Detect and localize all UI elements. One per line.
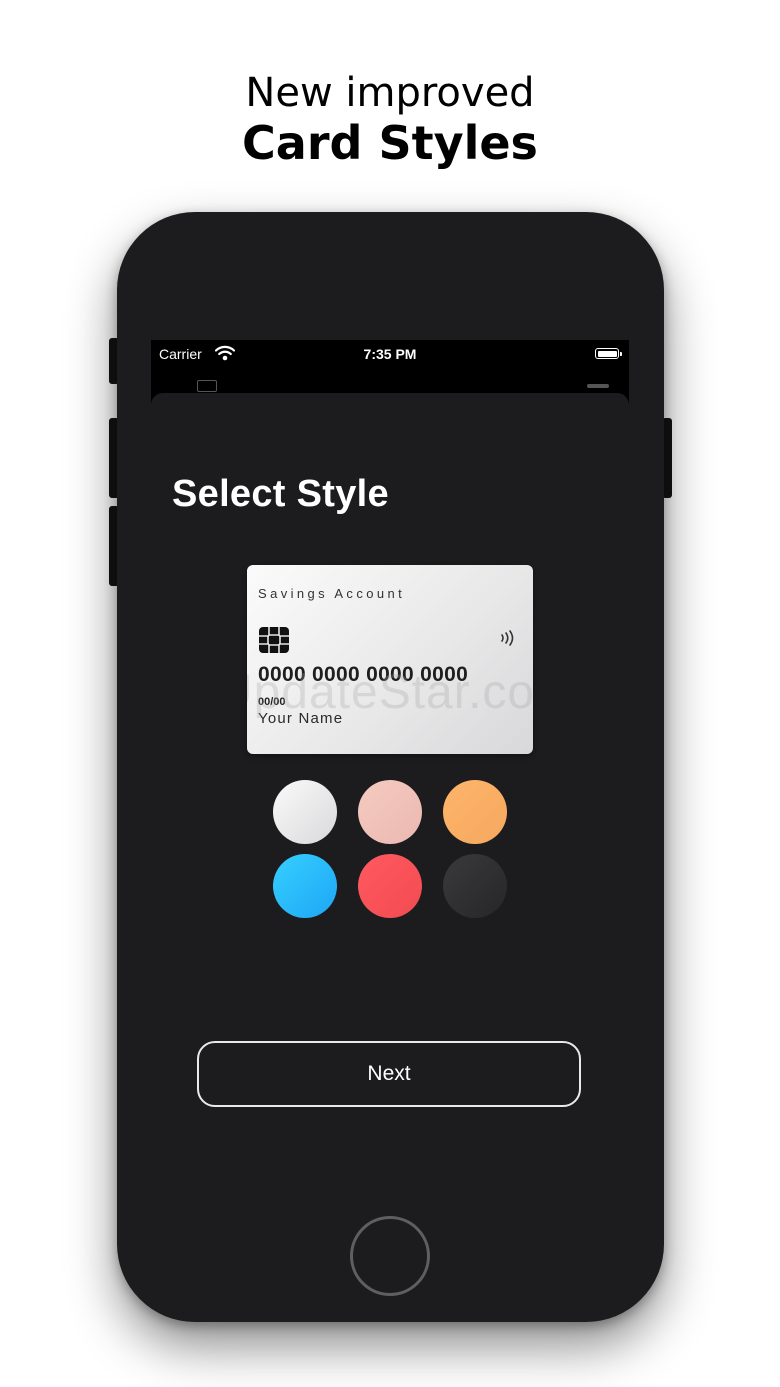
- swatch-red[interactable]: [358, 854, 422, 918]
- briefcase-icon: [197, 380, 217, 392]
- swatch-dark[interactable]: [443, 854, 507, 918]
- style-sheet: Select Style Savings Account 0000 0000 0…: [151, 393, 629, 1205]
- card-number: 0000 0000 0000 0000: [258, 663, 469, 686]
- headline-line-1: New improved: [245, 70, 535, 116]
- status-time: 7:35 PM: [363, 346, 417, 362]
- style-swatches: [273, 780, 507, 920]
- card-expiry: 00/00: [258, 696, 286, 708]
- status-bar: Carrier 7:35 PM: [151, 340, 629, 370]
- card-account-type: Savings Account: [258, 586, 406, 601]
- card-preview: Savings Account 0000 0000 0000 0000 00/0…: [247, 565, 533, 754]
- swatch-rose[interactable]: [358, 780, 422, 844]
- next-button[interactable]: Next: [197, 1041, 581, 1107]
- card-holder-name: Your Name: [258, 710, 344, 727]
- home-button[interactable]: [350, 1216, 430, 1296]
- phone-screen: Carrier 7:35 PM Select Style Savings Acc…: [151, 340, 629, 1205]
- menu-icon: [587, 384, 609, 388]
- swatch-silver[interactable]: [273, 780, 337, 844]
- chip-icon: [259, 627, 289, 653]
- swatch-orange[interactable]: [443, 780, 507, 844]
- swatch-blue[interactable]: [273, 854, 337, 918]
- headline-line-2: Card Styles: [242, 116, 538, 170]
- battery-icon: [595, 348, 622, 359]
- contactless-icon: [499, 629, 517, 652]
- sheet-title: Select Style: [172, 473, 389, 515]
